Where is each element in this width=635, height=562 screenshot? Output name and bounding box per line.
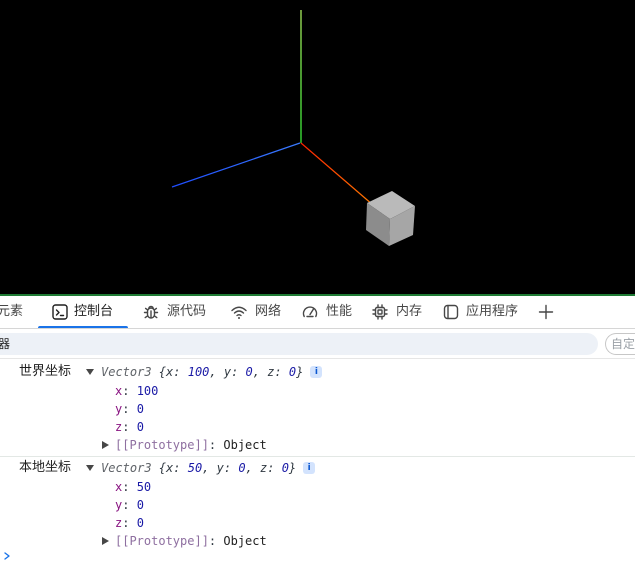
prototype-value: Object bbox=[223, 534, 267, 548]
object-class-name: Vector3 bbox=[101, 461, 152, 475]
application-icon bbox=[442, 303, 460, 321]
prototype-value: Object bbox=[223, 438, 267, 452]
info-badge[interactable]: i bbox=[303, 462, 316, 474]
preview-property: y0 bbox=[202, 461, 245, 475]
preview-property: z0 bbox=[246, 461, 289, 475]
x-axis-line bbox=[300, 142, 381, 212]
preview-key: x bbox=[166, 365, 188, 379]
cube-mesh bbox=[366, 191, 415, 246]
property-value: 0 bbox=[136, 402, 144, 416]
object-property: y0 bbox=[0, 496, 635, 514]
preview-value: 0 bbox=[238, 461, 246, 475]
property-key: y bbox=[115, 402, 137, 416]
object-preview-toggle[interactable]: Vector3x50y0z0 i bbox=[86, 458, 316, 478]
bug-icon bbox=[142, 303, 160, 321]
tab-console[interactable]: 控制台 bbox=[38, 296, 128, 328]
preview-key: x bbox=[166, 461, 188, 475]
preview-value: 0 bbox=[288, 365, 297, 379]
console-message-header: 世界坐标 Vector3x100y0z0 i bbox=[0, 362, 635, 382]
expanded-triangle-icon[interactable] bbox=[86, 464, 94, 472]
tab-label: 控制台 bbox=[74, 304, 114, 319]
object-preview: Vector3x50y0z0 bbox=[101, 458, 296, 478]
gauge-icon bbox=[301, 303, 319, 321]
property-value: 50 bbox=[136, 480, 152, 494]
object-preview-body: x50y0z0 bbox=[159, 461, 296, 475]
object-class-name: Vector3 bbox=[101, 365, 152, 379]
tab-label: 应用程序 bbox=[466, 304, 519, 319]
console-message: 世界坐标 Vector3x100y0z0 i x100 y0 z0 [[Prot… bbox=[0, 359, 635, 457]
preview-key: z bbox=[267, 365, 289, 379]
tab-label: 内存 bbox=[396, 304, 423, 319]
property-value: 0 bbox=[136, 420, 144, 434]
add-tab-button[interactable] bbox=[532, 296, 558, 328]
info-badge[interactable]: i bbox=[310, 366, 323, 378]
property-key: z bbox=[115, 516, 137, 530]
property-value: 100 bbox=[136, 384, 159, 398]
tab-label: 源代码 bbox=[167, 304, 207, 319]
message-label: 世界坐标 bbox=[19, 364, 72, 379]
preview-property: y0 bbox=[209, 365, 252, 379]
preview-key: y bbox=[217, 461, 239, 475]
property-value: 0 bbox=[136, 498, 144, 512]
console-message: 本地坐标 Vector3x50y0z0 i x50 y0 z0 [[Protot… bbox=[0, 457, 635, 550]
tab-memory[interactable]: 内存 bbox=[364, 296, 432, 328]
object-property: x100 bbox=[0, 382, 635, 400]
devtools-tab-bar: 元素 控制台 源代码 网络 性能 内存 应用程序 bbox=[0, 296, 635, 329]
prototype-row[interactable]: [[Prototype]]Object bbox=[0, 436, 635, 454]
active-tab-indicator bbox=[38, 326, 128, 328]
property-value: 0 bbox=[136, 516, 144, 530]
prototype-row[interactable]: [[Prototype]]Object bbox=[0, 532, 635, 550]
property-key: z bbox=[115, 420, 137, 434]
preview-value: 0 bbox=[281, 461, 289, 475]
z-axis-line bbox=[171, 142, 301, 188]
preview-property: z0 bbox=[253, 365, 296, 379]
property-key: y bbox=[115, 498, 137, 512]
memory-chip-icon bbox=[371, 303, 389, 321]
console-message-header: 本地坐标 Vector3x50y0z0 i bbox=[0, 458, 635, 478]
tab-label: 性能 bbox=[326, 304, 353, 319]
console-filter-input[interactable]: 器 bbox=[0, 333, 598, 355]
console-icon bbox=[51, 303, 69, 321]
log-levels-dropdown[interactable]: 自定 bbox=[605, 333, 635, 355]
wifi-icon bbox=[230, 303, 248, 321]
tab-label: 元素 bbox=[0, 304, 24, 319]
collapsed-triangle-icon[interactable] bbox=[102, 537, 109, 545]
object-property: z0 bbox=[0, 514, 635, 532]
property-key: x bbox=[115, 384, 137, 398]
preview-value: 100 bbox=[187, 365, 210, 379]
object-property: y0 bbox=[0, 400, 635, 418]
object-preview-body: x100y0z0 bbox=[159, 365, 304, 379]
message-label: 本地坐标 bbox=[19, 460, 72, 475]
property-key: x bbox=[115, 480, 137, 494]
plus-icon bbox=[537, 303, 555, 321]
object-property: z0 bbox=[0, 418, 635, 436]
preview-key: z bbox=[260, 461, 282, 475]
chevron-right-icon[interactable] bbox=[3, 552, 11, 560]
object-preview-toggle[interactable]: Vector3x100y0z0 i bbox=[86, 362, 323, 382]
webgl-scene[interactable] bbox=[0, 0, 635, 294]
log-levels-label: 自定 bbox=[611, 337, 635, 351]
expanded-triangle-icon[interactable] bbox=[86, 368, 94, 376]
tab-label: 网络 bbox=[255, 304, 282, 319]
preview-property: x100 bbox=[166, 365, 209, 379]
console-toolbar: 器 自定 bbox=[0, 329, 635, 359]
filter-text: 器 bbox=[0, 337, 11, 351]
preview-value: 0 bbox=[245, 365, 253, 379]
preview-key: y bbox=[224, 365, 246, 379]
tab-elements[interactable]: 元素 bbox=[0, 296, 34, 328]
object-property: x50 bbox=[0, 478, 635, 496]
tab-application[interactable]: 应用程序 bbox=[432, 296, 528, 328]
preview-value: 50 bbox=[187, 461, 203, 475]
prototype-key: [[Prototype]] bbox=[115, 534, 223, 548]
preview-property: x50 bbox=[166, 461, 202, 475]
tab-sources[interactable]: 源代码 bbox=[130, 296, 218, 328]
object-preview: Vector3x100y0z0 bbox=[101, 362, 303, 382]
console-output: 世界坐标 Vector3x100y0z0 i x100 y0 z0 [[Prot… bbox=[0, 359, 635, 562]
tab-network[interactable]: 网络 bbox=[220, 296, 290, 328]
tab-performance[interactable]: 性能 bbox=[292, 296, 362, 328]
webgl-canvas[interactable] bbox=[0, 0, 635, 294]
prototype-key: [[Prototype]] bbox=[115, 438, 223, 452]
collapsed-triangle-icon[interactable] bbox=[102, 441, 109, 449]
